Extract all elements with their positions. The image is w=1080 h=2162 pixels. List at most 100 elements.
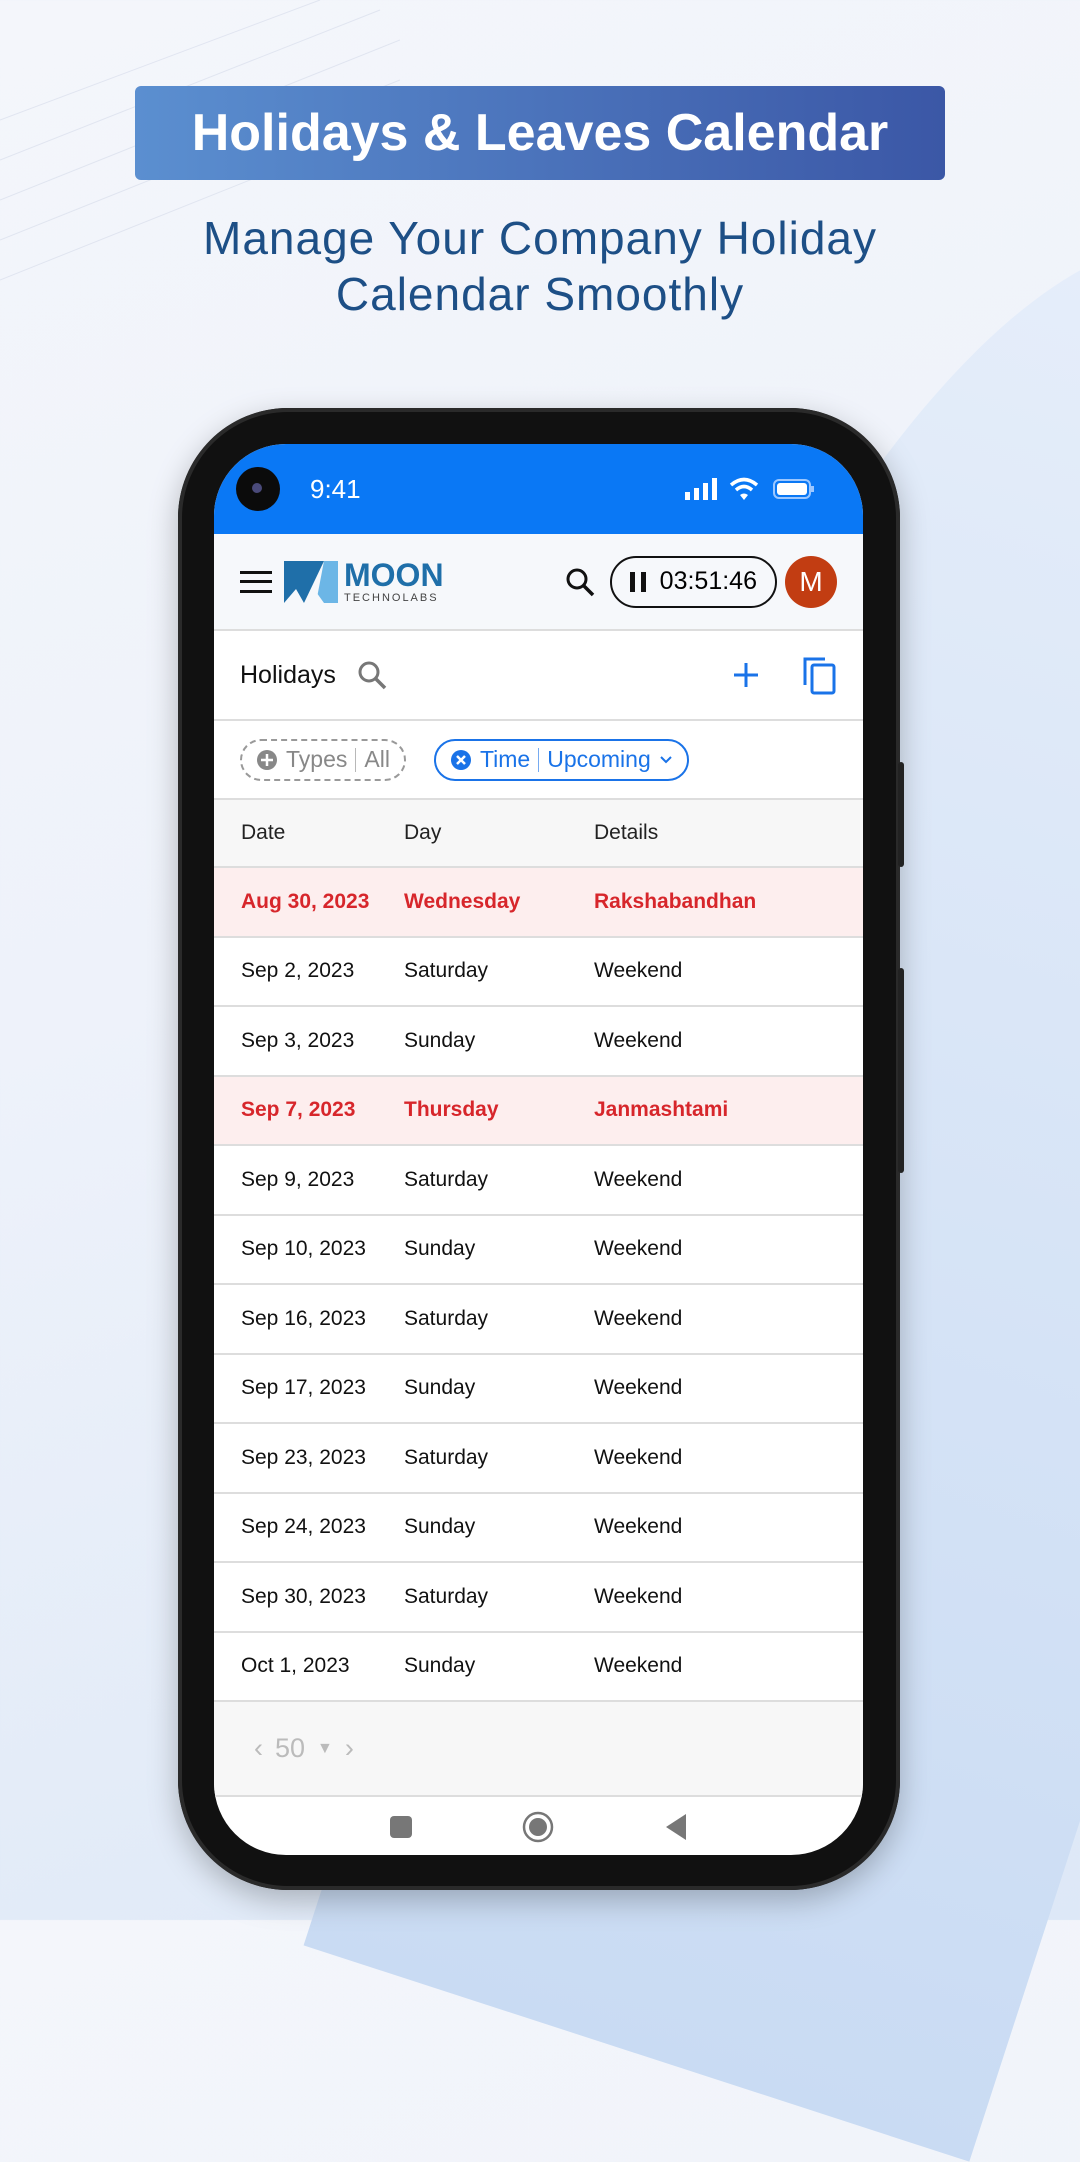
cell-date: Oct 1, 2023 (241, 1654, 350, 1678)
chip-value: Upcoming (547, 746, 651, 772)
column-header-details[interactable]: Details (594, 821, 863, 845)
cell-day: Saturday (404, 1306, 489, 1330)
cell-details: Weekend (594, 1654, 683, 1678)
table-row[interactable]: Sep 16, 2023 Saturday Weekend (214, 1285, 863, 1355)
filter-bar: Types All Time Upcoming (214, 721, 863, 800)
cell-date: Sep 10, 2023 (241, 1237, 366, 1261)
cell-details: Janmashtami (594, 1098, 729, 1122)
app-bar: MOON TECHNOLABS 03:51:46 M (214, 534, 863, 631)
timer-value: 03:51:46 (659, 567, 757, 595)
logo-subtext: TECHNOLABS (344, 592, 439, 604)
volume-button (898, 762, 904, 867)
cell-date: Sep 2, 2023 (241, 959, 355, 983)
cell-date: Sep 30, 2023 (241, 1584, 366, 1608)
camera-icon (236, 467, 280, 511)
cell-details: Weekend (594, 959, 683, 983)
promo-title: Holidays & Leaves Calendar (135, 86, 945, 180)
types-filter-chip[interactable]: Types All (240, 738, 406, 781)
chip-label: Time (479, 746, 531, 772)
avatar[interactable]: M (785, 555, 837, 608)
status-time: 9:41 (310, 473, 361, 504)
table-header: Date Day Details (214, 800, 863, 868)
cell-day: Saturday (404, 1584, 489, 1608)
system-nav-bar (214, 1797, 863, 1855)
cell-day: Wednesday (404, 889, 521, 913)
cell-details: Weekend (594, 1445, 683, 1469)
cell-details: Weekend (594, 1306, 683, 1330)
cell-date: Sep 16, 2023 (241, 1306, 366, 1330)
cell-day: Saturday (404, 1445, 489, 1469)
prev-page-icon[interactable]: ‹ (254, 1733, 263, 1764)
search-icon[interactable] (564, 566, 596, 598)
cell-date: Sep 3, 2023 (241, 1028, 355, 1052)
time-filter-chip[interactable]: Time Upcoming (433, 738, 689, 781)
add-icon[interactable] (731, 660, 761, 690)
cell-details: Weekend (594, 1515, 683, 1539)
status-bar: 9:41 (214, 444, 863, 534)
cell-day: Sunday (404, 1237, 476, 1261)
table-row[interactable]: Sep 24, 2023 Sunday Weekend (214, 1494, 863, 1563)
cell-date: Sep 9, 2023 (241, 1167, 355, 1191)
cell-date: Sep 7, 2023 (241, 1098, 356, 1122)
holiday-row[interactable]: Sep 7, 2023 Thursday Janmashtami (214, 1076, 863, 1146)
column-header-day[interactable]: Day (404, 821, 594, 845)
table-body: Aug 30, 2023 Wednesday Rakshabandhan Sep 2,… (214, 868, 863, 1702)
add-circle-icon (257, 749, 277, 770)
page-size-select[interactable]: 50 (275, 1733, 305, 1764)
copy-icon[interactable] (801, 655, 837, 695)
cell-date: Sep 23, 2023 (241, 1445, 366, 1469)
cell-date: Sep 24, 2023 (241, 1515, 366, 1539)
subtitle-line: Manage Your Company Holiday (203, 212, 877, 264)
cell-day: Saturday (404, 959, 489, 983)
logo-mark (284, 560, 338, 603)
back-icon[interactable] (664, 1813, 688, 1841)
cell-details: Weekend (594, 1376, 683, 1400)
column-header-date[interactable]: Date (214, 821, 404, 845)
page-title: Holidays (240, 660, 336, 689)
table-row[interactable]: Oct 1, 2023 Sunday Weekend (214, 1633, 863, 1702)
caret-down-icon[interactable]: ▼ (317, 1740, 333, 1758)
logo: MOON TECHNOLABS (284, 559, 444, 604)
cell-day: Sunday (404, 1515, 476, 1539)
recents-icon[interactable] (389, 1815, 412, 1838)
table-row[interactable]: Sep 3, 2023 Sunday Weekend (214, 1007, 863, 1077)
cell-date: Aug 30, 2023 (241, 889, 370, 913)
table-row[interactable]: Sep 2, 2023 Saturday Weekend (214, 938, 863, 1007)
promo-subtitle: Manage Your Company Holiday Calendar Smo… (0, 210, 1080, 322)
pause-icon (629, 571, 646, 592)
chevron-down-icon (660, 755, 672, 763)
phone-screen: 9:41 MOON TECHNOLABS 03:51:46 M Holidays … (214, 444, 863, 1855)
clear-icon[interactable] (450, 749, 472, 771)
holiday-row[interactable]: Aug 30, 2023 Wednesday Rakshabandhan (214, 868, 863, 938)
logo-text: MOON (344, 557, 444, 593)
cell-date: Sep 17, 2023 (241, 1376, 366, 1400)
search-holidays-icon[interactable] (356, 659, 388, 691)
table-row[interactable]: Sep 30, 2023 Saturday Weekend (214, 1563, 863, 1633)
chip-value: All (364, 746, 390, 772)
battery-icon (773, 479, 814, 499)
cell-details: Weekend (594, 1028, 683, 1052)
pagination: ‹ 50 ▼ › (214, 1702, 863, 1797)
menu-icon[interactable] (240, 570, 272, 593)
next-page-icon[interactable]: › (345, 1733, 354, 1764)
cell-day: Saturday (404, 1167, 489, 1191)
timer-button[interactable]: 03:51:46 (609, 555, 777, 608)
page-header: Holidays (214, 631, 863, 721)
power-button (898, 968, 904, 1173)
signal-icon (685, 478, 717, 500)
cell-day: Sunday (404, 1376, 476, 1400)
cell-details: Weekend (594, 1584, 683, 1608)
cell-details: Rakshabandhan (594, 889, 757, 913)
table-row[interactable]: Sep 10, 2023 Sunday Weekend (214, 1216, 863, 1285)
table-row[interactable]: Sep 23, 2023 Saturday Weekend (214, 1424, 863, 1494)
table-row[interactable]: Sep 9, 2023 Saturday Weekend (214, 1146, 863, 1216)
home-icon[interactable] (522, 1811, 554, 1843)
chip-label: Types (286, 746, 348, 772)
cell-day: Thursday (404, 1098, 499, 1122)
cell-day: Sunday (404, 1654, 476, 1678)
cell-day: Sunday (404, 1028, 476, 1052)
subtitle-line: Calendar Smoothly (335, 268, 745, 320)
cell-details: Weekend (594, 1167, 683, 1191)
table-row[interactable]: Sep 17, 2023 Sunday Weekend (214, 1355, 863, 1424)
wifi-icon (729, 477, 759, 500)
